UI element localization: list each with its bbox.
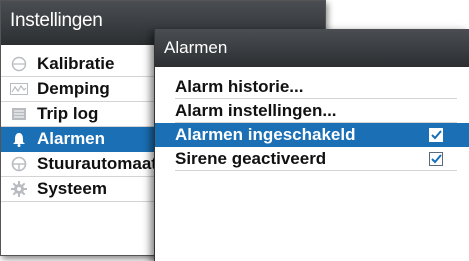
alarms-title: Alarmen [155,29,469,67]
trip-log-icon [9,106,29,122]
settings-item-label: Kalibratie [37,54,115,73]
settings-item-label: Stuurautomaat [37,154,157,173]
checkmark-icon [430,129,442,139]
checkmark-icon [430,153,442,163]
alarms-dialog: Alarmen Alarm historie... Alarm instelli… [154,29,469,261]
alarm-history-item[interactable]: Alarm historie... [175,75,457,99]
gear-icon [9,181,29,197]
siren-activated-item[interactable]: Sirene geactiveerd [175,147,457,171]
settings-item-label: Systeem [37,179,107,198]
alarms-enabled-checkbox[interactable] [429,127,443,142]
alarm-item-label: Alarm historie... [175,76,304,96]
alarms-menu: Alarm historie... Alarm instellingen... … [155,75,469,171]
settings-item-label: Alarmen [37,129,106,148]
calibration-icon [9,56,29,72]
alarm-item-label: Sirene geactiveerd [175,148,327,168]
alarms-enabled-item[interactable]: Alarmen ingeschakeld [155,123,469,147]
siren-activated-checkbox[interactable] [429,151,443,166]
alarm-item-label: Alarm instellingen... [175,100,337,120]
alarm-item-label: Alarmen ingeschakeld [175,124,356,144]
steering-wheel-icon [9,156,29,172]
settings-item-label: Demping [37,79,110,98]
settings-item-label: Trip log [37,104,99,123]
damping-icon [9,81,29,97]
alarm-bell-icon [9,131,29,147]
alarm-settings-item[interactable]: Alarm instellingen... [175,99,457,123]
